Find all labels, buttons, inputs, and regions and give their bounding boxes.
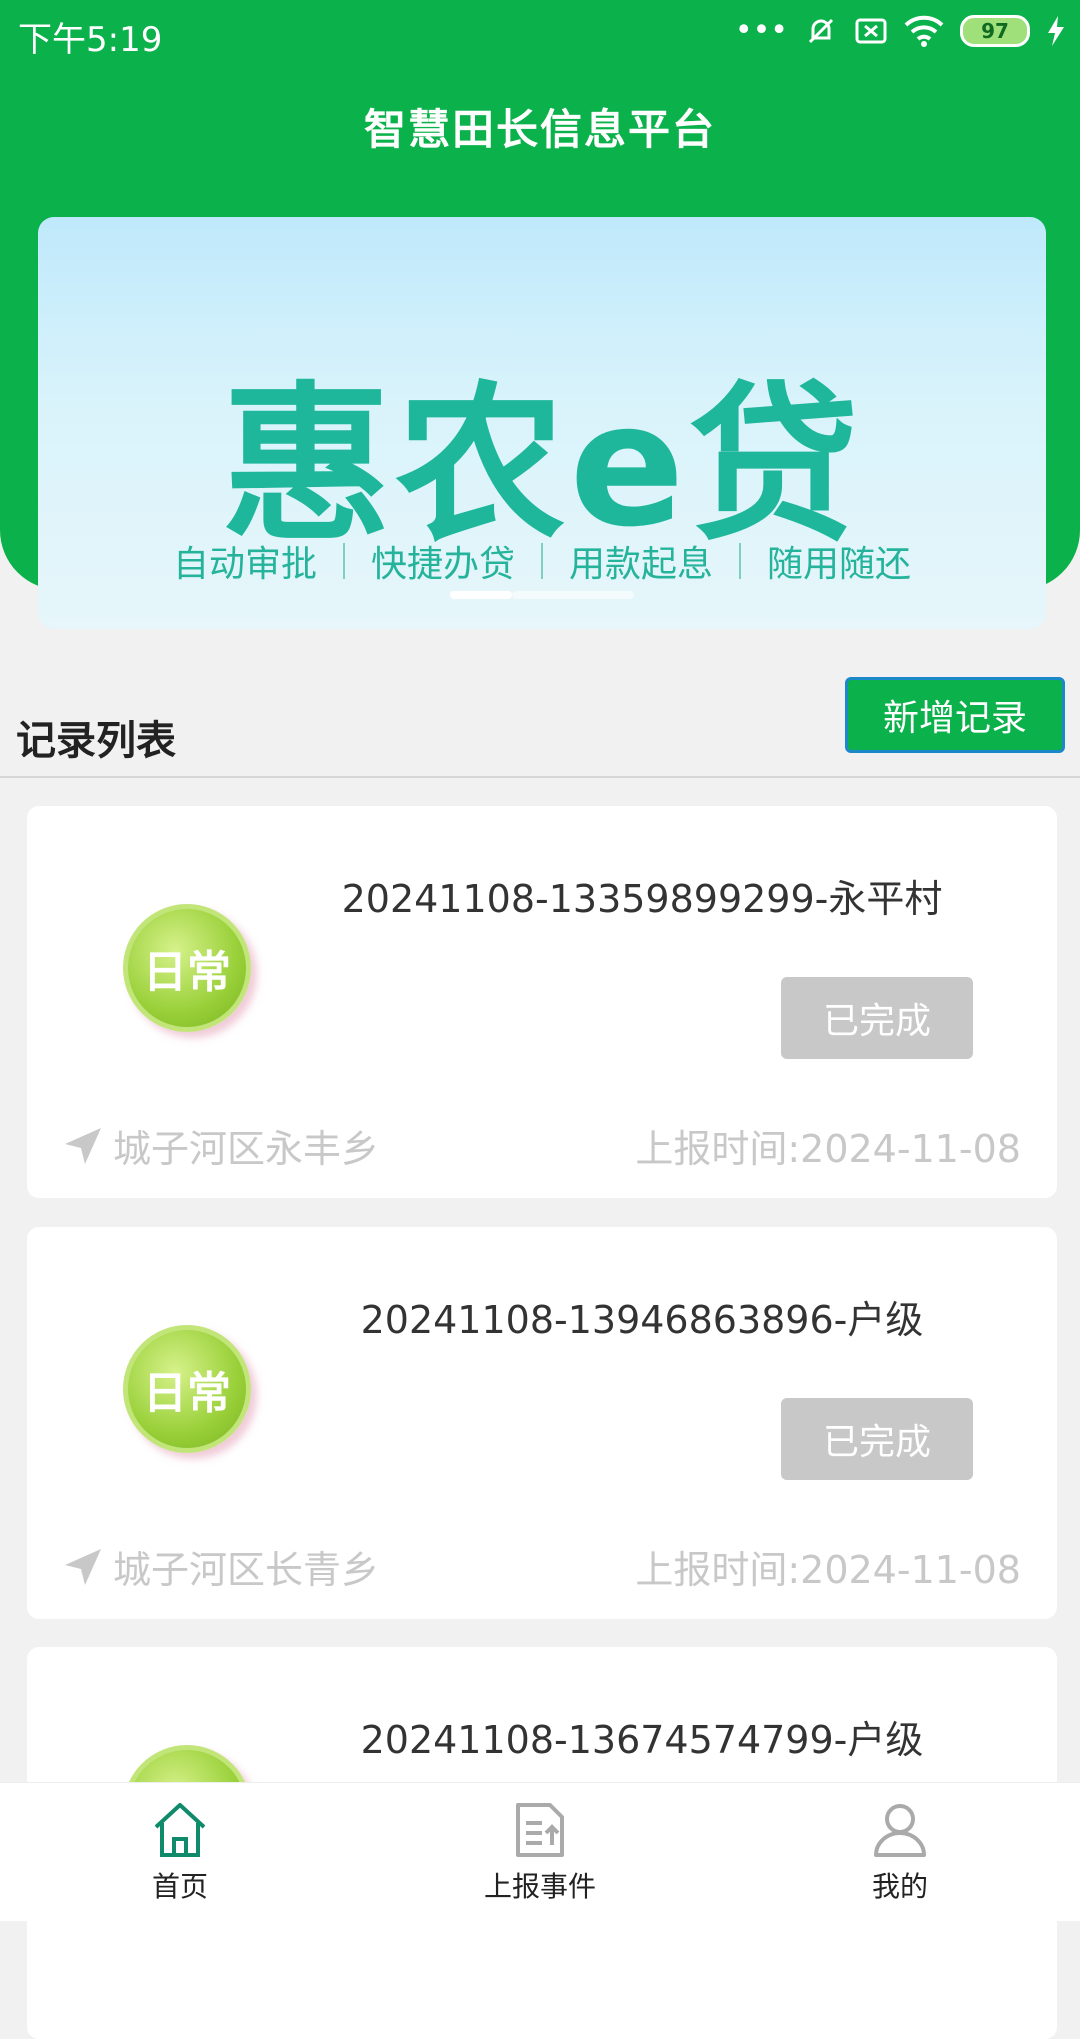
banner-tag: 随用随还 [767, 544, 912, 585]
location-arrow-icon [65, 1127, 101, 1164]
app-title: 智慧田长信息平台 [363, 105, 716, 154]
record-card[interactable]: 日常 20241108-13946863896-户级 已完成 城子河区长青乡 上… [27, 1227, 1057, 1619]
nav-label: 上报事件 [483, 1870, 596, 1903]
nav-label: 我的 [871, 1870, 928, 1903]
user-icon [874, 1804, 926, 1857]
battery-level: 97 [981, 19, 1009, 43]
status-badge: 已完成 [781, 1398, 973, 1480]
banner-tag: 快捷办贷 [370, 544, 515, 585]
home-icon [154, 1803, 206, 1857]
report-time: 上报时间:2024-11-08 [635, 1127, 1021, 1171]
banner-tag: 自动审批 [172, 544, 317, 585]
nav-item-mine[interactable]: 我的 [720, 1783, 1080, 1921]
wifi-icon [904, 15, 944, 47]
status-bar: 下午5:19 ••• 97 [0, 0, 1080, 66]
status-icons: ••• 97 [735, 14, 1066, 48]
record-title: 20241108-13674574799-户级 [360, 1718, 924, 1762]
location-text: 城子河区永丰乡 [113, 1127, 380, 1171]
section-title: 记录列表 [16, 718, 176, 764]
record-title: 20241108-13946863896-户级 [360, 1298, 924, 1342]
banner-tags: 自动审批 快捷办贷 用款起息 随用随还 [38, 535, 1046, 587]
report-document-icon [516, 1803, 564, 1857]
charging-bolt-icon [1048, 16, 1064, 46]
record-location: 城子河区永丰乡 [63, 1118, 379, 1173]
nav-label: 首页 [151, 1870, 208, 1903]
record-card[interactable]: 日常 20241108-13359899299-永平村 已完成 城子河区永丰乡 … [27, 806, 1057, 1198]
section-divider [0, 776, 1080, 778]
banner-tag: 用款起息 [569, 544, 714, 585]
status-badge: 已完成 [781, 977, 973, 1059]
carousel-dot[interactable] [512, 591, 634, 599]
record-location: 城子河区长青乡 [63, 1539, 379, 1594]
location-arrow-icon [65, 1548, 101, 1585]
tag-separator [739, 543, 742, 579]
nav-item-home[interactable]: 首页 [0, 1783, 360, 1921]
daily-badge-icon: 日常 [123, 1325, 251, 1453]
badge-label: 日常 [143, 1368, 231, 1419]
record-title: 20241108-13359899299-永平村 [341, 877, 943, 921]
daily-badge-icon: 日常 [123, 904, 251, 1032]
nav-item-report[interactable]: 上报事件 [360, 1783, 720, 1921]
bottom-nav: 首页 上报事件 我的 [0, 1782, 1080, 1921]
more-dots-icon: ••• [734, 13, 788, 48]
battery-indicator: 97 [960, 15, 1030, 47]
promo-banner[interactable]: 惠农e贷 自动审批 快捷办贷 用款起息 随用随还 [38, 217, 1046, 629]
add-record-button[interactable]: 新增记录 [845, 677, 1065, 753]
carousel-dot-active[interactable] [450, 591, 512, 599]
tag-separator [342, 543, 345, 579]
status-time: 下午5:19 [18, 20, 163, 60]
tag-separator [541, 543, 543, 579]
badge-label: 日常 [143, 947, 231, 998]
carousel-indicator [450, 591, 634, 599]
location-text: 城子河区长青乡 [113, 1548, 380, 1592]
report-time: 上报时间:2024-11-08 [635, 1548, 1021, 1592]
sim-off-icon [855, 18, 887, 44]
mute-bell-icon [808, 18, 834, 44]
